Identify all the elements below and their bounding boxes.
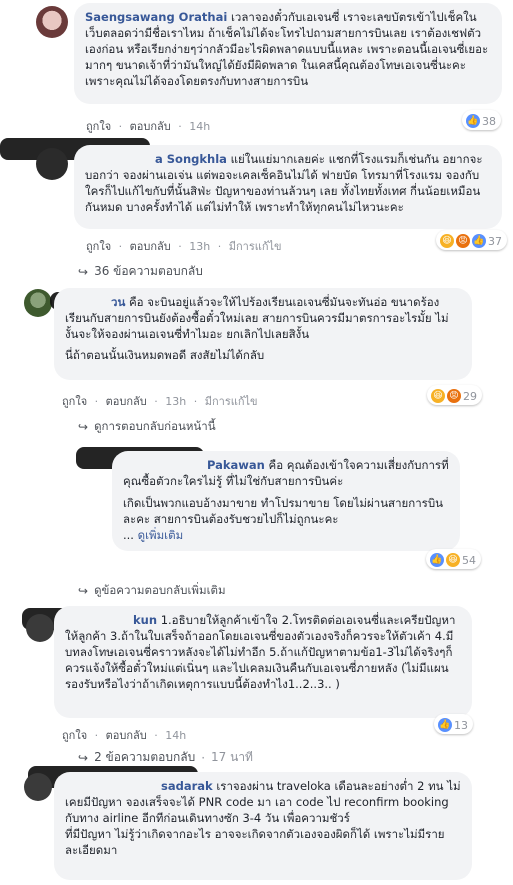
reaction-count[interactable]: 😆 😡 29: [427, 385, 482, 405]
comment-bubble: วน คือ จะบินอยู่แล้วจะให้ไปร้องเรียนเอเจ…: [54, 288, 472, 380]
reaction-count[interactable]: 👍 😆 54: [426, 549, 481, 569]
avatar[interactable]: [36, 148, 68, 180]
like-reaction-icon: 👍: [466, 114, 480, 128]
reply-text: คือ คุณต้องเข้าใจความเสี่ยงกับการที่คุณซ…: [123, 458, 449, 488]
haha-reaction-icon: 😆: [440, 234, 454, 248]
avatar[interactable]: [24, 773, 52, 801]
reaction-count[interactable]: 😆 😡 👍 37: [436, 230, 507, 250]
comment-actions: ถูกใจ · ตอบกลับ · 13h · มีการแก้ไข: [86, 240, 282, 253]
view-replies-link[interactable]: ↪ 2 ข้อความตอบกลับ · 17 นาที: [78, 748, 253, 767]
like-reaction-icon: 👍: [430, 553, 444, 567]
commenter-name[interactable]: วน: [111, 295, 125, 309]
reply-arrow-icon: ↪: [78, 264, 89, 279]
reply-link[interactable]: ตอบกลับ: [130, 120, 171, 133]
comment-bubble: kun 1.อธิบายให้ลูกค้าเข้าใจ 2.โทรติดต่อเ…: [54, 606, 472, 718]
commenter-name[interactable]: sadarak: [161, 779, 213, 793]
commenter-name[interactable]: Saengsawang Orathai: [85, 10, 227, 24]
comment-text: แย่ในแย่มากเลยค่ะ แชกที่โรงแรมก็เช่นกัน …: [85, 152, 483, 214]
haha-reaction-icon: 😆: [431, 389, 445, 403]
reaction-count[interactable]: 👍 38: [462, 110, 501, 130]
like-reaction-icon: 👍: [438, 718, 452, 732]
timestamp[interactable]: 13h: [189, 240, 210, 253]
comment-bubble: a Songkhla แย่ในแย่มากเลยค่ะ แชกที่โรงแร…: [74, 145, 502, 229]
reply-arrow-icon: ↪: [78, 750, 89, 765]
like-link[interactable]: ถูกใจ: [62, 729, 87, 742]
see-more-link[interactable]: ดูเพิ่มเติม: [138, 528, 184, 542]
comment-text: 1.อธิบายให้ลูกค้าเข้าใจ 2.โทรติดต่อเอเจน…: [65, 613, 456, 691]
reaction-count[interactable]: 👍 13: [434, 714, 473, 734]
comment-text-continued: ที่มีปัญหา ไม่รู้ว่าเกิดจากอะไร อาจจะเกิ…: [65, 827, 445, 857]
comments-feed: Saengsawang Orathai เวลาจองตั๋วกับเอเจนซ…: [0, 0, 513, 885]
comment-text: เราจองผ่าน traveloka เดือนละอย่างต่ำ 2 ท…: [65, 779, 461, 825]
avatar[interactable]: [36, 6, 68, 38]
avatar[interactable]: [24, 289, 52, 317]
comment-bubble: sadarak เราจองผ่าน traveloka เดือนละอย่า…: [54, 772, 472, 880]
reply-link[interactable]: ตอบกลับ: [106, 395, 147, 408]
haha-reaction-icon: 😆: [446, 553, 460, 567]
like-link[interactable]: ถูกใจ: [62, 395, 87, 408]
view-replies-link[interactable]: ↪ 36 ข้อความตอบกลับ: [78, 262, 203, 281]
like-link[interactable]: ถูกใจ: [86, 120, 111, 133]
commenter-name[interactable]: kun: [133, 613, 157, 627]
comment-actions: ถูกใจ · ตอบกลับ · 13h · มีการแก้ไข: [62, 395, 258, 408]
like-reaction-icon: 👍: [472, 234, 486, 248]
timestamp[interactable]: 14h: [165, 729, 186, 742]
reply-link[interactable]: ตอบกลับ: [130, 240, 171, 253]
avatar[interactable]: [26, 614, 54, 642]
replies-timestamp: 17 นาที: [211, 750, 253, 764]
timestamp[interactable]: 14h: [189, 120, 210, 133]
commenter-name[interactable]: a Songkhla: [155, 152, 227, 166]
edited-label[interactable]: มีการแก้ไข: [229, 240, 282, 253]
comment-actions: ถูกใจ · ตอบกลับ · 14h: [86, 120, 211, 133]
reply-arrow-icon: ↪: [78, 420, 89, 434]
like-link[interactable]: ถูกใจ: [86, 240, 111, 253]
angry-reaction-icon: 😡: [456, 234, 470, 248]
reply-arrow-icon: ↪: [78, 584, 89, 598]
reply-bubble: Pakawan คือ คุณต้องเข้าใจความเสี่ยงกับกา…: [112, 451, 460, 551]
comment-text-continued: นี่ถ้าตอนนั้นเงินหมดพอดี สงสัยไม่ได้กลับ: [65, 348, 265, 362]
commenter-name[interactable]: Pakawan: [207, 458, 265, 472]
reply-link[interactable]: ตอบกลับ: [106, 729, 147, 742]
edited-label[interactable]: มีการแก้ไข: [205, 395, 258, 408]
angry-reaction-icon: 😡: [447, 389, 461, 403]
see-more-row: ... ดูเพิ่มเติม: [123, 528, 184, 542]
view-previous-replies-link[interactable]: ↪ ดูการตอบกลับก่อนหน้านี้: [78, 418, 216, 436]
comment-bubble: Saengsawang Orathai เวลาจองตั๋วกับเอเจนซ…: [74, 3, 502, 104]
comment-actions: ถูกใจ · ตอบกลับ · 14h: [62, 729, 187, 742]
timestamp[interactable]: 13h: [165, 395, 186, 408]
reply-text-continued: เกิดเป็นพวกแอบอ้างมาขาย ทำโปรมาขาย โดยไม…: [123, 496, 444, 526]
view-more-replies-link[interactable]: ↪ ดูข้อความตอบกลับเพิ่มเติม: [78, 582, 226, 600]
